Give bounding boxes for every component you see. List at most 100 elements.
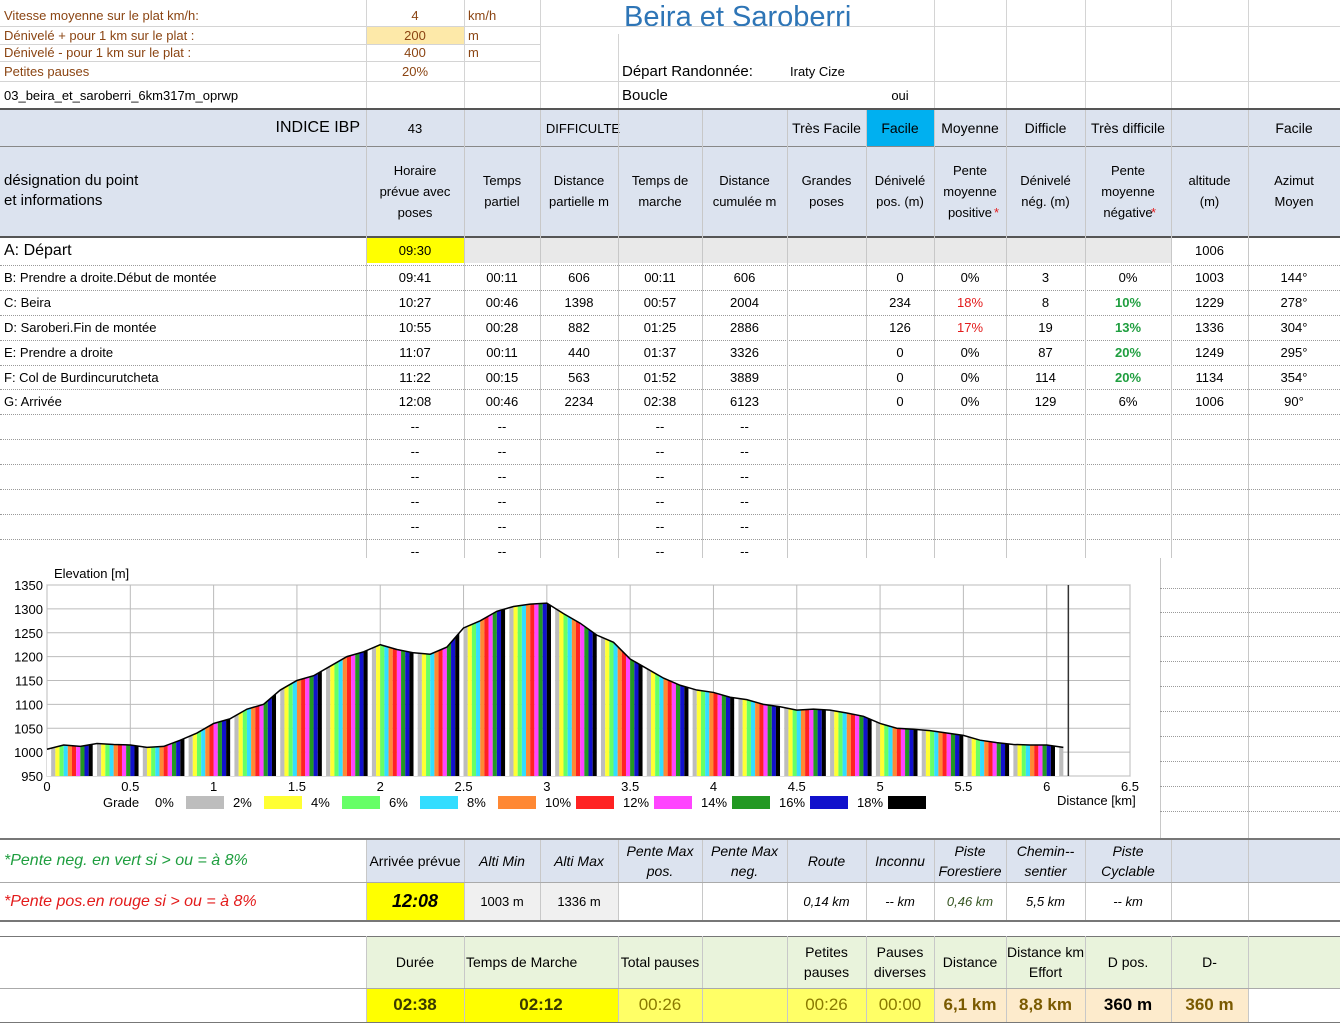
cell-grandes-poses[interactable] [787,389,866,414]
chart-area-slice [850,713,856,776]
cell-temps-marche[interactable]: 00:57 [618,290,702,315]
cell-temps-partiel[interactable]: 00:15 [464,365,540,390]
cell-horaire[interactable]: 09:30 [366,238,464,263]
cell-temps-marche[interactable]: 01:25 [618,315,702,340]
cell-temps-partiel[interactable] [464,238,540,263]
cell-distance-partielle[interactable] [540,238,618,263]
page-title: Beira et Saroberri [624,1,852,33]
cell-distance-partielle[interactable]: 2234 [540,389,618,414]
cell-temps-marche[interactable]: 01:52 [618,365,702,390]
cell-grandes-poses[interactable] [787,340,866,365]
cell-temps-partiel[interactable]: 00:46 [464,290,540,315]
cell-grandes-poses[interactable] [787,290,866,315]
depart-value[interactable]: Iraty Cize [786,60,926,82]
cell-pente-neg[interactable] [1085,238,1171,263]
boucle-value[interactable]: oui [866,84,934,106]
cell-pente-neg[interactable]: 0% [1085,265,1171,290]
cell-pente-neg[interactable]: 20% [1085,365,1171,390]
cell-pente-neg[interactable]: 20% [1085,340,1171,365]
cell-pente-pos[interactable]: 0% [934,340,1006,365]
chart-area-slice [63,744,68,776]
chart-area-slice [546,603,552,776]
cell-denivele-neg[interactable]: 87 [1006,340,1085,365]
cell-distance-cumulee[interactable]: 3326 [702,340,787,365]
cell-altitude[interactable]: 1003 [1171,265,1248,290]
cell-distance-cumulee[interactable]: 2004 [702,290,787,315]
cell-temps-partiel[interactable]: 00:46 [464,389,540,414]
chart-area-slice [451,637,456,776]
param-speed-value[interactable]: 4 [366,4,464,26]
cell-grandes-poses[interactable] [787,265,866,290]
cell-azimut[interactable] [1248,238,1340,263]
cell-distance-partielle[interactable]: 882 [540,315,618,340]
cell-denivele-neg[interactable]: 19 [1006,315,1085,340]
cell-distance-cumulee[interactable]: 3889 [702,365,787,390]
cell-pente-pos[interactable]: 0% [934,265,1006,290]
cell-azimut[interactable]: 304° [1248,315,1340,340]
cell-distance-cumulee[interactable]: 2886 [702,315,787,340]
cell-altitude[interactable]: 1006 [1171,389,1248,414]
cell-azimut[interactable]: 144° [1248,265,1340,290]
cell-pente-neg[interactable]: 13% [1085,315,1171,340]
cell-pente-pos[interactable] [934,238,1006,263]
cell-denivele-pos[interactable]: 234 [866,290,934,315]
cell-denivele-pos[interactable] [866,238,934,263]
cell-denivele-neg[interactable]: 8 [1006,290,1085,315]
param-dminus-value[interactable]: 400 [366,44,464,61]
cell-temps-marche[interactable] [618,238,702,263]
cell-denivele-pos[interactable]: 0 [866,340,934,365]
cell-denivele-neg[interactable]: 114 [1006,365,1085,390]
cell-denivele-pos[interactable]: 0 [866,265,934,290]
cell-denivele-pos[interactable]: 0 [866,365,934,390]
cell-grandes-poses[interactable] [787,365,866,390]
cell-pente-pos[interactable]: 18% [934,290,1006,315]
cell-altitude[interactable]: 1229 [1171,290,1248,315]
cell-horaire[interactable]: 10:55 [366,315,464,340]
cell-denivele-neg[interactable] [1006,238,1085,263]
cell-temps-partiel[interactable]: 00:11 [464,265,540,290]
chart-area-slice [259,704,264,776]
cell-azimut[interactable]: 354° [1248,365,1340,390]
cell-denivele-neg[interactable]: 129 [1006,389,1085,414]
cell-distance-partielle[interactable]: 563 [540,365,618,390]
cell-azimut[interactable]: 90° [1248,389,1340,414]
cell-altitude[interactable]: 1249 [1171,340,1248,365]
cell-horaire[interactable]: 12:08 [366,389,464,414]
cell-pente-neg[interactable]: 10% [1085,290,1171,315]
cell-altitude[interactable]: 1336 [1171,315,1248,340]
cell-altitude[interactable]: 1006 [1171,238,1248,263]
cell-distance-cumulee[interactable]: 6123 [702,389,787,414]
cell-distance-partielle[interactable]: 606 [540,265,618,290]
cell-grandes-poses[interactable] [787,315,866,340]
cell-denivele-pos[interactable]: 0 [866,389,934,414]
cell-azimut[interactable]: 278° [1248,290,1340,315]
cell-pente-pos[interactable]: 0% [934,389,1006,414]
cell-horaire[interactable]: 11:07 [366,340,464,365]
cell-pente-pos[interactable]: 17% [934,315,1006,340]
cell-horaire[interactable]: 11:22 [366,365,464,390]
cell-distance-partielle[interactable]: 1398 [540,290,618,315]
cell-temps-marche[interactable]: 00:11 [618,265,702,290]
cell-distance-cumulee[interactable] [702,238,787,263]
cell-temps-partiel[interactable]: 00:28 [464,315,540,340]
chart-area-slice [642,666,647,776]
param-dplus-value[interactable]: 200 [366,27,464,44]
cell-horaire[interactable]: 09:41 [366,265,464,290]
cell-denivele-neg[interactable]: 3 [1006,265,1085,290]
spreadsheet: Vitesse moyenne sur le plat km/h: 4 km/h… [0,0,1340,1024]
param-pauses-value[interactable]: 20% [366,61,464,81]
cell-temps-marche[interactable]: 01:37 [618,340,702,365]
cell-azimut[interactable]: 295° [1248,340,1340,365]
cell-distance-partielle[interactable]: 440 [540,340,618,365]
cell-temps-partiel[interactable]: 00:11 [464,340,540,365]
cell-grandes-poses[interactable] [787,238,866,263]
cell-denivele-pos[interactable]: 126 [866,315,934,340]
cell-temps-marche[interactable]: 02:38 [618,389,702,414]
cell-pente-neg[interactable]: 6% [1085,389,1171,414]
summary2-value-blank [702,988,787,1022]
cell-altitude[interactable]: 1134 [1171,365,1248,390]
cell-distance-cumulee[interactable]: 606 [702,265,787,290]
cell-pente-pos[interactable]: 0% [934,365,1006,390]
cell-horaire[interactable]: 10:27 [366,290,464,315]
chart-area-slice [1030,744,1035,776]
